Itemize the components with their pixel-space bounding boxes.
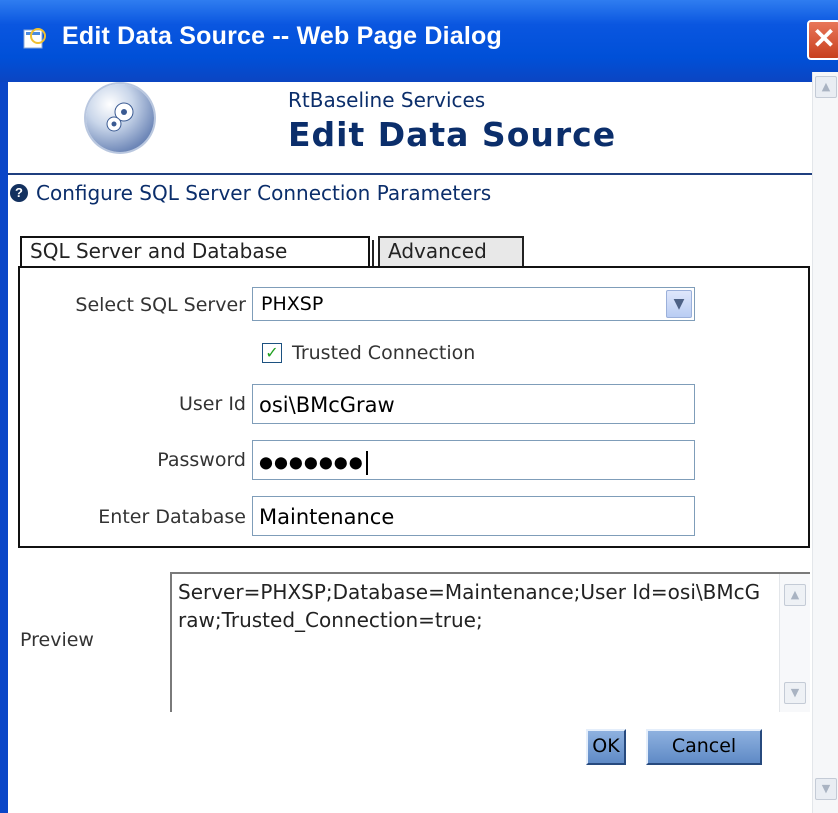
server-label: Select SQL Server (75, 294, 246, 316)
trusted-connection-checkbox[interactable]: ✓ (262, 343, 282, 363)
window-title: Edit Data Source -- Web Page Dialog (62, 22, 502, 50)
password-field[interactable]: ●●●●●●● (252, 440, 695, 480)
tab-separator (372, 240, 374, 266)
tab-label: SQL Server and Database (30, 239, 288, 263)
user-id-field[interactable]: osi\BMcGraw (252, 384, 695, 424)
tab-sql-server-database[interactable]: SQL Server and Database (20, 236, 370, 268)
preview-textarea[interactable]: Server=PHXSP;Database=Maintenance;User I… (170, 572, 810, 712)
cancel-button[interactable]: Cancel (646, 729, 762, 765)
header-divider (8, 173, 812, 175)
close-icon: ✕ (812, 23, 836, 54)
scroll-down-icon[interactable]: ▼ (784, 682, 806, 704)
sql-server-value: PHXSP (261, 293, 324, 315)
preview-text: Server=PHXSP;Database=Maintenance;User I… (178, 580, 761, 632)
sql-server-select[interactable]: PHXSP ▼ (252, 287, 695, 321)
password-value: ●●●●●●● (259, 452, 364, 472)
close-button[interactable]: ✕ (807, 20, 838, 60)
scroll-up-icon[interactable]: ▲ (784, 584, 806, 606)
ok-button[interactable]: OK (586, 729, 626, 765)
service-name: RtBaseline Services (288, 88, 486, 112)
tab-advanced[interactable]: Advanced (378, 236, 524, 266)
page-title: Edit Data Source (288, 115, 617, 154)
help-icon[interactable]: ? (10, 184, 28, 202)
scroll-up-icon[interactable]: ▲ (815, 76, 837, 98)
preview-scrollbar[interactable]: ▲ ▼ (779, 574, 810, 712)
preview-label: Preview (20, 629, 94, 651)
section-title: Configure SQL Server Connection Paramete… (36, 181, 492, 205)
userid-label: User Id (178, 393, 246, 415)
database-value: Maintenance (259, 505, 395, 529)
tab-label: Advanced (388, 239, 487, 263)
title-bar: Edit Data Source -- Web Page Dialog ✕ (0, 0, 838, 82)
scroll-down-icon[interactable]: ▼ (815, 778, 837, 800)
ie-page-icon (23, 28, 46, 49)
chevron-down-icon[interactable]: ▼ (666, 290, 692, 318)
window-frame (0, 82, 8, 813)
password-label: Password (157, 449, 246, 471)
database-field[interactable]: Maintenance (252, 496, 695, 536)
trusted-connection-label: Trusted Connection (292, 342, 476, 364)
text-caret (365, 451, 368, 475)
gears-icon (86, 84, 154, 152)
database-label: Enter Database (98, 506, 246, 528)
window-scrollbar[interactable]: ▲ ▼ (812, 72, 838, 813)
user-id-value: osi\BMcGraw (259, 393, 395, 417)
